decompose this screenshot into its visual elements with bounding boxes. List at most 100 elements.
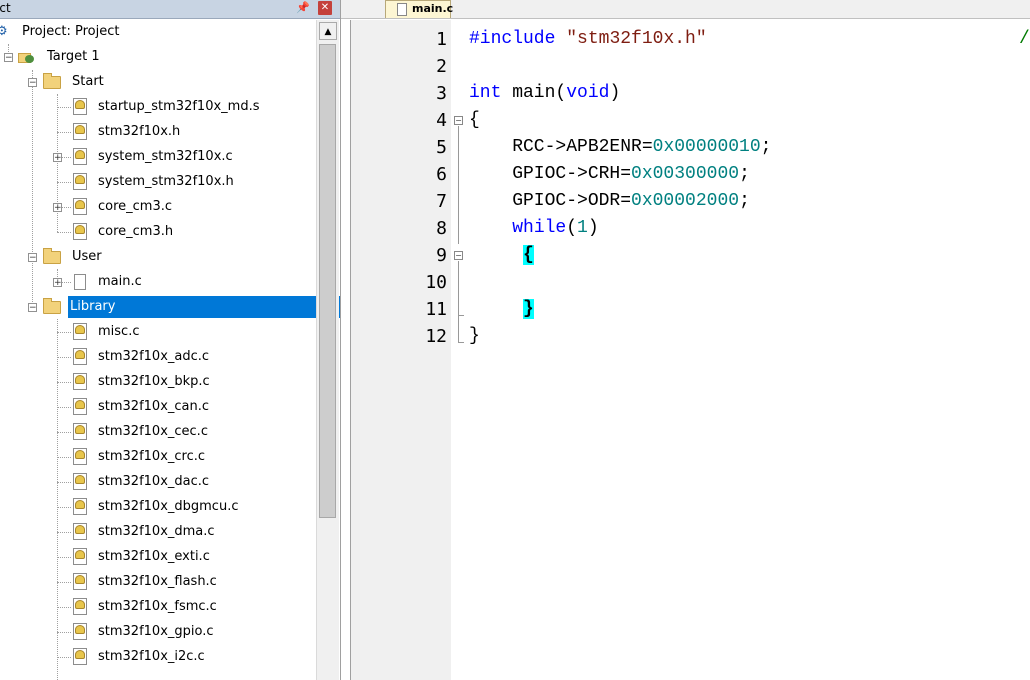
code-line-1: #include "stm32f10x.h" (469, 26, 707, 53)
code-token: 0x00002000 (631, 191, 740, 211)
fold-guide (458, 261, 459, 311)
tree-file-item[interactable]: stm32f10x_dac.c (0, 470, 316, 495)
config-file-icon (73, 423, 87, 440)
tab-main-c[interactable]: main.c (385, 0, 453, 18)
tree-group-start[interactable]: − Start (0, 70, 316, 95)
tree-item-label: stm32f10x_adc.c (98, 349, 210, 364)
tree-item-label: stm32f10x_dac.c (98, 474, 210, 489)
tree-file-item[interactable]: stm32f10x_dbgmcu.c (0, 495, 316, 520)
tree-item-label: stm32f10x_i2c.c (98, 649, 205, 664)
code-line-11: } (469, 296, 534, 323)
code-editor[interactable]: 1 2 3 4 5 6 7 8 9 10 11 12 − − #include … (350, 20, 1030, 680)
code-token: } (469, 326, 480, 346)
tree-item-project[interactable]: ⚙ Project: Project (0, 20, 316, 45)
project-panel: ect 📌 ✕ ⚙ Project: Project − Ta (0, 0, 341, 680)
tree-group-library[interactable]: − Library (0, 295, 340, 320)
code-line-6: GPIOC->CRH=0x00300000; (469, 161, 750, 188)
code-token: ; (760, 137, 772, 157)
tree-file-item[interactable]: startup_stm32f10x_md.s (0, 95, 316, 120)
tree-file-item[interactable]: system_stm32f10x.h (0, 170, 316, 195)
tree-item-label: Start (72, 74, 104, 89)
tree-file-item[interactable]: stm32f10x_can.c (0, 395, 316, 420)
tree-file-item[interactable]: stm32f10x_exti.c (0, 545, 316, 570)
tree-item-target[interactable]: − Target 1 (0, 45, 316, 70)
tree-group-user[interactable]: − User (0, 245, 316, 270)
config-file-icon (73, 323, 87, 340)
panel-title: ect (0, 1, 11, 15)
config-file-icon (73, 398, 87, 415)
config-file-icon (73, 373, 87, 390)
code-line-5: RCC->APB2ENR=0x00000010; (469, 134, 771, 161)
tree-file-item[interactable]: misc.c (0, 320, 316, 345)
code-token: while (512, 218, 567, 238)
folder-icon (43, 298, 61, 314)
code-comment-stub: / (1019, 26, 1030, 53)
tree-item-label: stm32f10x_flash.c (98, 574, 217, 589)
config-file-icon (73, 573, 87, 590)
tree-file-item[interactable]: stm32f10x_gpio.c (0, 620, 316, 645)
collapse-icon[interactable]: − (28, 78, 37, 88)
tree-item-label: stm32f10x_gpio.c (98, 624, 214, 639)
line-number: 3 (436, 83, 447, 104)
collapse-icon[interactable]: − (28, 253, 37, 263)
tree-file-item[interactable]: stm32f10x_cec.c (0, 420, 316, 445)
expand-icon[interactable]: + (53, 203, 62, 213)
tree-item-label: Project: Project (22, 24, 120, 39)
tree-file-item[interactable]: + main.c (0, 270, 316, 295)
code-token: 1 (577, 218, 588, 238)
line-number: 1 (436, 29, 447, 50)
code-line-9: { (469, 242, 534, 269)
config-file-icon (73, 548, 87, 565)
collapse-icon[interactable]: − (4, 53, 13, 63)
code-line-4: { (469, 107, 480, 134)
config-file-icon (73, 223, 87, 240)
code-token: GPIOC->CRH= (469, 164, 632, 184)
expand-icon[interactable]: + (53, 278, 62, 288)
collapse-icon[interactable]: − (28, 303, 37, 313)
tree-file-item[interactable]: core_cm3.h (0, 220, 316, 245)
tree-item-label: Target 1 (47, 49, 100, 64)
config-file-icon (73, 473, 87, 490)
code-token: ; (739, 191, 750, 211)
code-token: int (469, 83, 502, 103)
fold-collapse-icon[interactable]: − (454, 116, 463, 125)
tree-file-item[interactable]: stm32f10x_crc.c (0, 445, 316, 470)
tree-file-item[interactable]: stm32f10x_adc.c (0, 345, 316, 370)
tree-file-item[interactable]: stm32f10x_bkp.c (0, 370, 316, 395)
tree-file-item[interactable]: stm32f10x_dma.c (0, 520, 316, 545)
pin-icon[interactable]: 📌 (296, 1, 310, 14)
tree-item-label: core_cm3.h (98, 224, 174, 239)
expand-icon[interactable]: + (53, 153, 62, 163)
close-panel-button[interactable]: ✕ (318, 1, 332, 15)
project-icon: ⚙ (0, 25, 10, 39)
project-tree: ⚙ Project: Project − Target 1 − Start st… (0, 20, 340, 680)
matched-brace: } (523, 299, 534, 319)
tree-file-item[interactable]: + system_stm32f10x.c (0, 145, 316, 170)
config-file-icon (73, 448, 87, 465)
scroll-up-button[interactable]: ▲ (319, 22, 337, 40)
tree-file-item[interactable]: stm32f10x_i2c.c (0, 645, 316, 670)
tree-scrollbar[interactable]: ▲ (316, 20, 339, 680)
line-number: 2 (436, 56, 447, 77)
code-token: 0x00000010 (652, 137, 761, 157)
fold-collapse-icon[interactable]: − (454, 251, 463, 260)
tree-file-item[interactable]: + core_cm3.c (0, 195, 316, 220)
code-line-7: GPIOC->ODR=0x00002000; (469, 188, 750, 215)
config-file-icon (73, 598, 87, 615)
tree-item-label: stm32f10x_cec.c (98, 424, 208, 439)
tree-file-item[interactable]: stm32f10x.h (0, 120, 316, 145)
code-token: "stm32f10x.h" (566, 29, 707, 49)
scrollbar-thumb[interactable] (319, 44, 336, 518)
code-line-3: int main(void) (469, 80, 620, 107)
code-token: GPIOC->ODR= (469, 191, 632, 211)
line-number: 5 (436, 137, 447, 158)
tree-file-item[interactable]: stm32f10x_flash.c (0, 570, 316, 595)
tree-file-item[interactable]: stm32f10x_fsmc.c (0, 595, 316, 620)
tree-item-label: startup_stm32f10x_md.s (98, 99, 260, 114)
line-number: 4 (436, 110, 447, 131)
tree-item-label: stm32f10x_bkp.c (98, 374, 210, 389)
config-file-icon (73, 148, 87, 165)
file-icon (74, 274, 86, 290)
